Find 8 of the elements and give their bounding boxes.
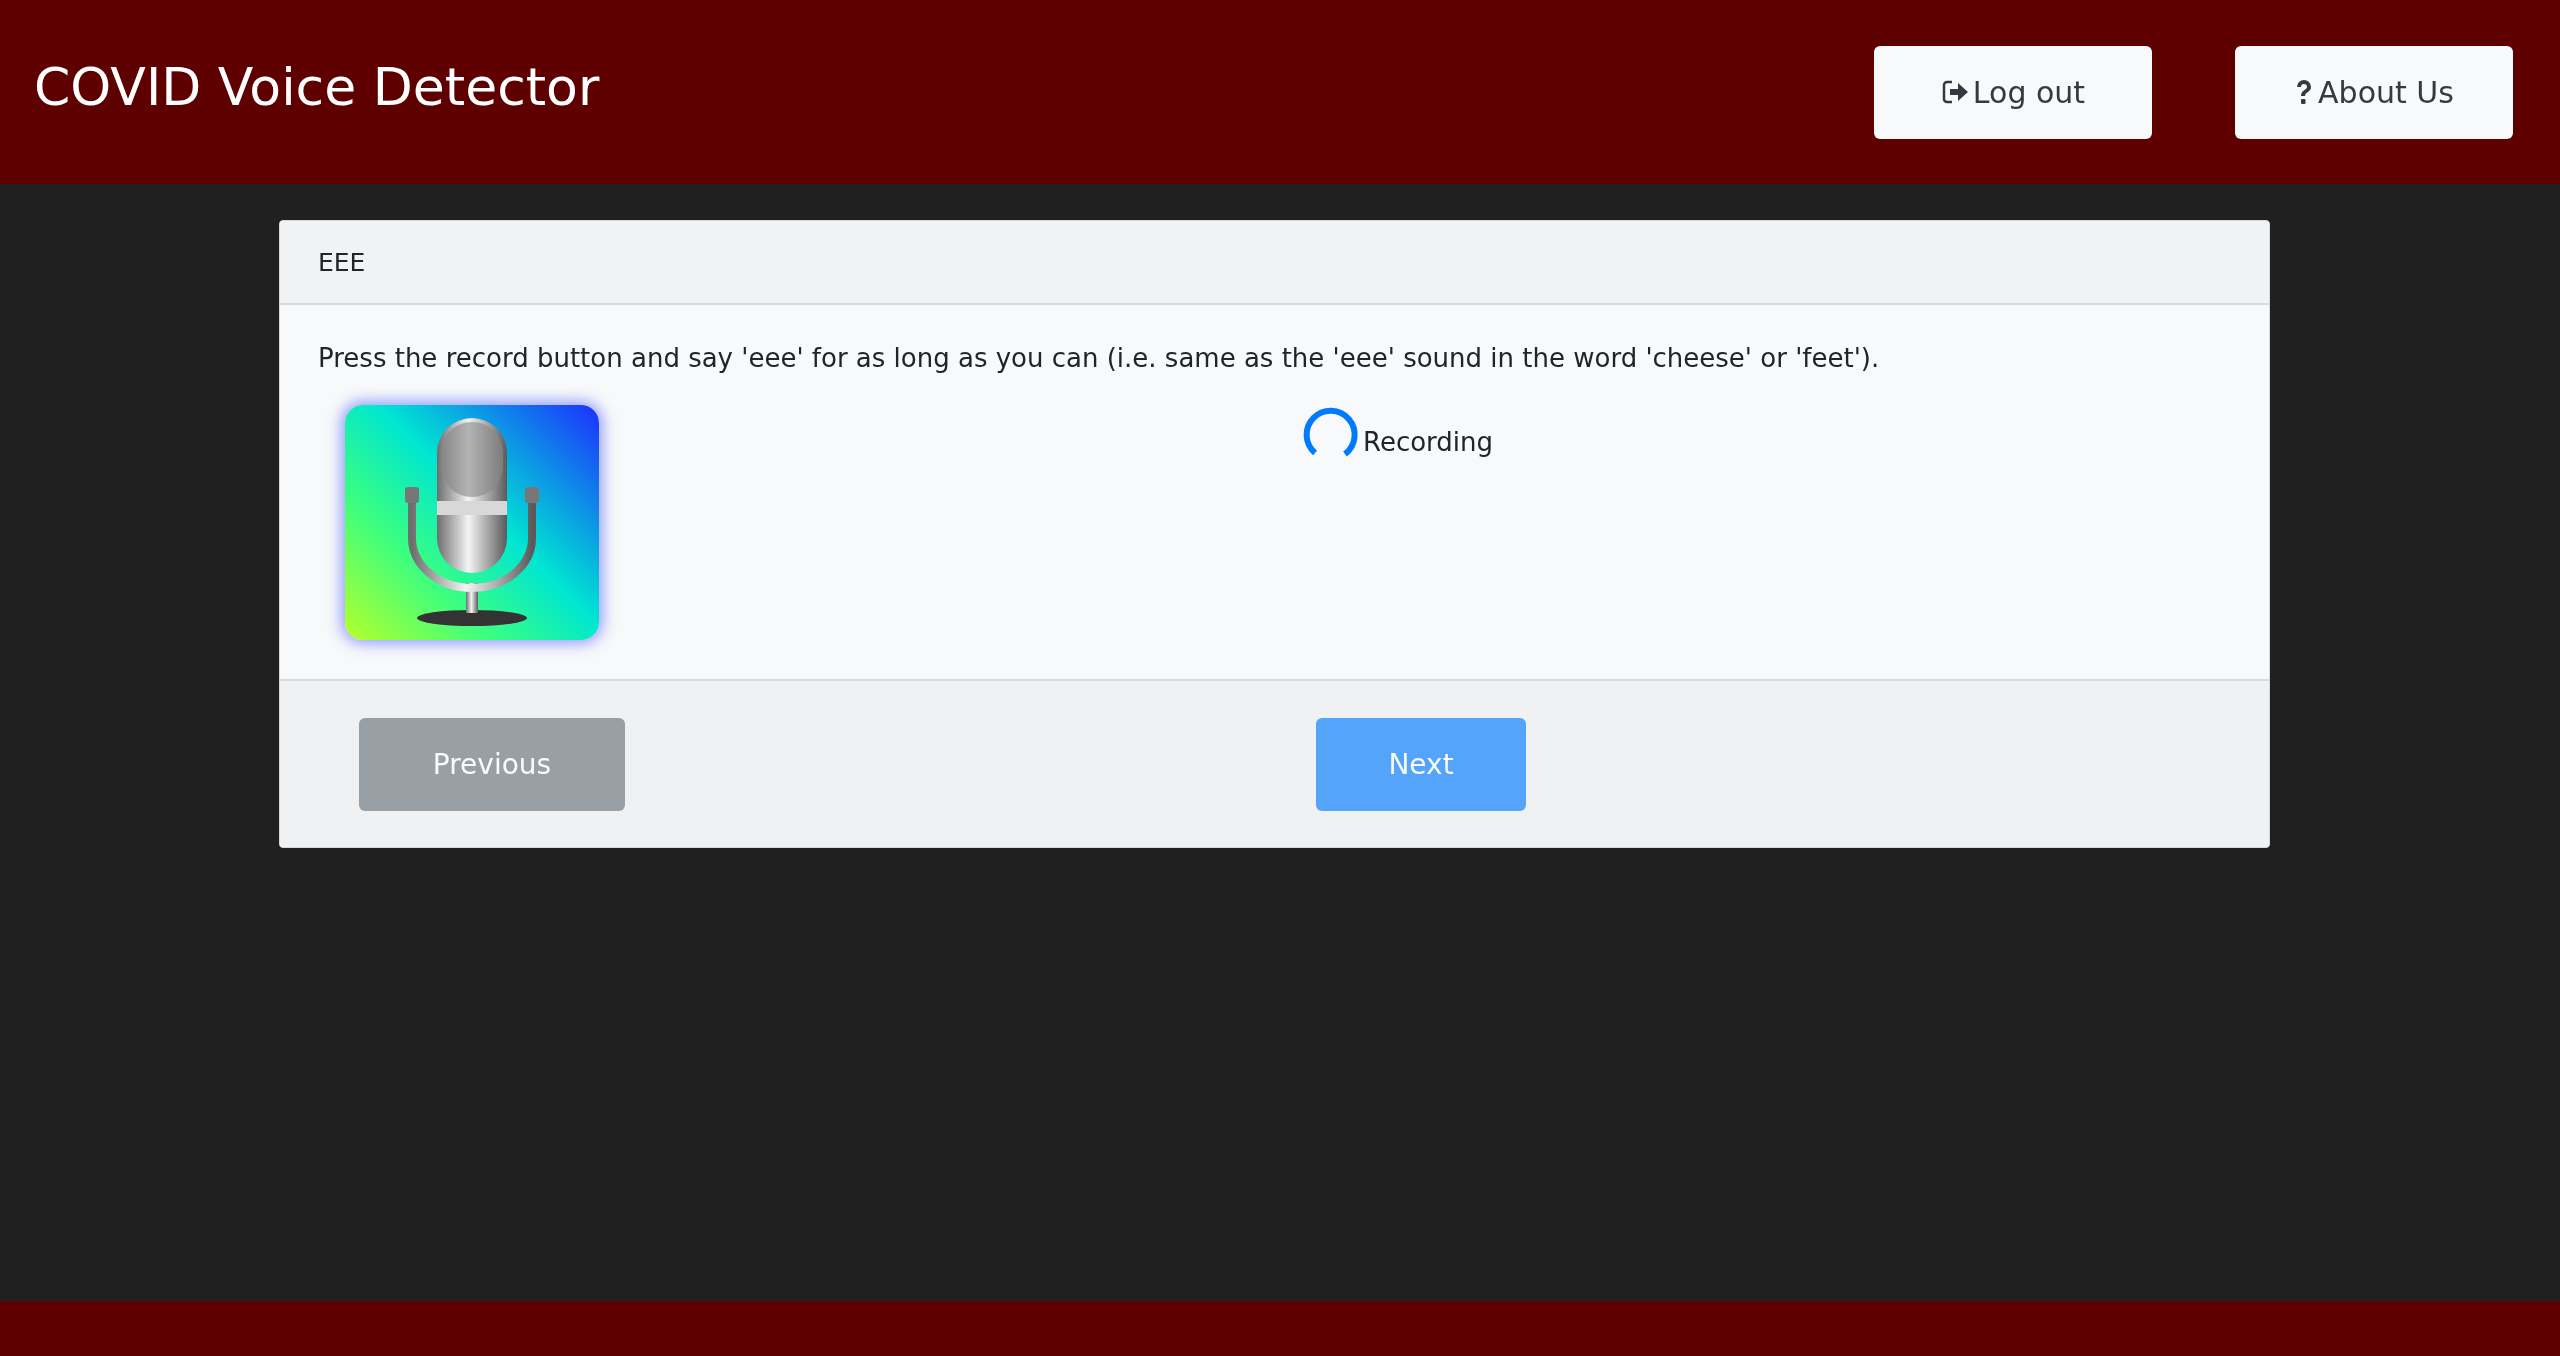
logout-button[interactable]: Log out <box>1874 45 2152 139</box>
app-title: COVID Voice Detector <box>34 57 601 117</box>
about-button[interactable]: About Us <box>2235 45 2513 139</box>
status-text: Recording <box>1363 427 1494 457</box>
logout-icon <box>1940 78 1969 106</box>
record-button[interactable] <box>345 405 599 640</box>
instruction-text: Press the record button and say 'eee' for as long as you can (i.e. same as the 'eee' sound in the word 'cheese' or 'feet'). <box>318 343 1881 373</box>
card-title: EEE <box>318 247 366 277</box>
